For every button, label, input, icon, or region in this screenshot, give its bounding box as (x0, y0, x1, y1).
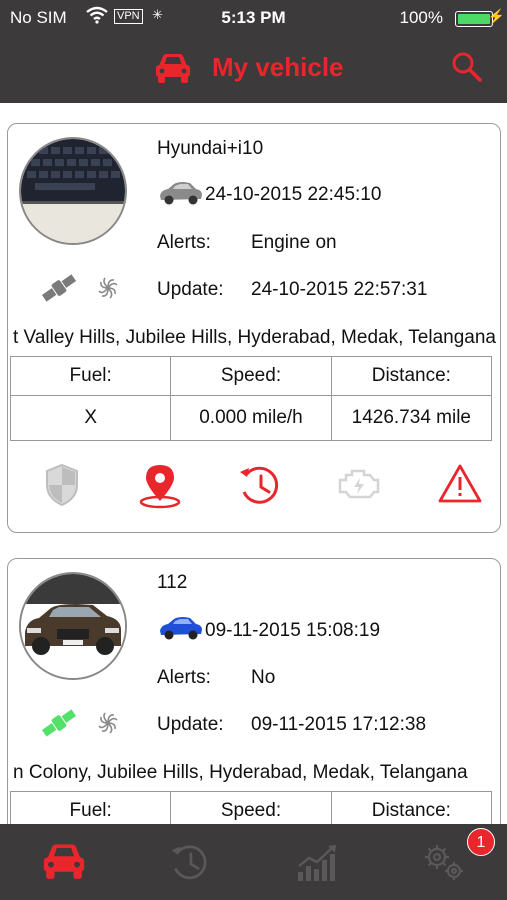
fan-icon (98, 277, 118, 299)
update-value: 09-11-2015 17:12:38 (251, 714, 427, 735)
charging-icon: ⚡ (487, 8, 505, 24)
battery-percent: 100% (399, 8, 443, 27)
fuel-value: X (9, 395, 172, 441)
keyboard-photo (21, 139, 125, 243)
status-bar: No SIM VPN ✳ 5:13 PM 100% ⚡ (0, 0, 507, 34)
vehicle-card[interactable]: 112 09-11-2015 15:08:19 Alerts: No Updat… (7, 558, 501, 860)
distance-value: 1426.734 mile (330, 395, 493, 441)
shield-icon[interactable] (44, 463, 80, 507)
speed-header: Speed: (170, 356, 332, 396)
history-tab-icon[interactable] (168, 842, 212, 884)
last-fix-time: 24-10-2015 22:45:10 (205, 184, 382, 205)
page-title: My vehicle (212, 52, 344, 82)
last-fix-time: 09-11-2015 15:08:19 (205, 620, 381, 641)
satellite-icon (41, 709, 77, 737)
vehicle-name: Hyundai+i10 (157, 138, 264, 159)
alerts-label: Alerts: (157, 667, 211, 688)
fuel-header: Fuel: (9, 356, 172, 396)
tab-bar (0, 824, 507, 900)
vehicle-address: t Valley Hills, Jubilee Hills, Hyderabad… (13, 327, 496, 348)
search-icon[interactable] (451, 51, 483, 83)
vehicle-type-icon (160, 182, 202, 205)
vehicle-address: n Colony, Jubilee Hills, Hyderabad, Meda… (13, 762, 468, 783)
vehicle-avatar (19, 137, 127, 245)
engine-icon[interactable] (336, 463, 384, 503)
alerts-value: No (251, 667, 276, 688)
warning-icon[interactable] (437, 463, 483, 505)
history-icon[interactable] (237, 463, 283, 509)
speed-value: 0.000 mile/h (170, 395, 332, 441)
update-value: 24-10-2015 22:57:31 (251, 279, 428, 300)
fan-icon (98, 712, 118, 734)
battery-fill (458, 14, 490, 24)
update-label: Update: (157, 714, 224, 735)
satellite-icon (41, 274, 77, 302)
alerts-value: Engine on (251, 232, 337, 253)
vehicle-card[interactable]: Hyundai+i10 24-10-2015 22:45:10 Alerts: … (7, 123, 501, 533)
vehicle-type-icon (160, 617, 202, 640)
update-label: Update: (157, 279, 224, 300)
vehicle-avatar (19, 572, 127, 680)
car-icon (156, 54, 190, 83)
settings-tab-icon[interactable] (422, 842, 466, 882)
statistics-tab-icon[interactable] (296, 842, 340, 882)
notification-badge: 1 (467, 828, 495, 856)
vehicle-actions (8, 463, 500, 513)
vehicle-name: 112 (157, 572, 188, 593)
car-tab-icon[interactable] (41, 842, 87, 880)
location-pin-icon[interactable] (138, 463, 182, 509)
alerts-label: Alerts: (157, 232, 211, 253)
navigation-bar: No SIM VPN ✳ 5:13 PM 100% ⚡ My vehicle (0, 0, 507, 103)
car-photo (21, 574, 125, 678)
vehicle-stats-table: Fuel: Speed: Distance: X 0.000 mile/h 14… (9, 356, 493, 441)
distance-header: Distance: (330, 356, 493, 396)
